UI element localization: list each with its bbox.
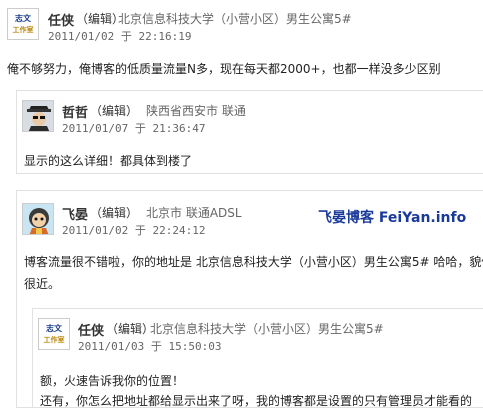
edit-link[interactable]: （编辑） xyxy=(90,102,138,119)
author-location: 北京市 联通ADSL xyxy=(146,206,242,220)
author-location: 北京信息科技大学（小营小区）男生公寓5# xyxy=(150,322,384,336)
comment-time: 2011/01/02 于 22:24:12 xyxy=(62,224,206,237)
comment-body-line: 很近。 xyxy=(24,277,61,291)
comment-body: 俺不够努力，俺博客的低质量流量N多，现在每天都2000+，也都一样没多少区别 xyxy=(7,62,441,76)
comment-body-line: 还有，你怎么把地址都给显示出来了呀，我的博客都是设置的只有管理员才能看的 xyxy=(40,394,473,408)
comment-body-line: 博客流量很不错啦，你的地址是 北京信息科技大学（小营小区）男生公寓5# 哈哈，貌… xyxy=(24,255,483,269)
author-location: 陕西省西安市 联通 xyxy=(146,104,246,118)
edit-link[interactable]: （编辑） xyxy=(106,320,154,337)
comment-time: 2011/01/02 于 22:16:19 xyxy=(48,30,192,43)
author-location: 北京信息科技大学（小营小区）男生公寓5# xyxy=(118,12,352,26)
avatar-image xyxy=(23,204,53,234)
comment-time: 2011/01/07 于 21:36:47 xyxy=(62,122,206,135)
avatar: 志文 工作室 xyxy=(38,318,70,350)
watermark: 飞晏博客 FeiYan.info xyxy=(318,210,467,226)
comment-body: 显示的这么详细！都具体到楼了 xyxy=(24,154,193,168)
avatar xyxy=(22,100,54,132)
edit-link[interactable]: （编辑） xyxy=(76,10,124,27)
author-name[interactable]: 任侠 xyxy=(48,10,74,29)
author-name[interactable]: 飞晏 xyxy=(62,204,88,223)
comment-body-line: 额，火速告诉我你的位置！ xyxy=(40,374,185,388)
avatar-image xyxy=(23,101,53,131)
avatar xyxy=(22,203,54,235)
logo-text-top: 志文 xyxy=(15,14,31,23)
author-name[interactable]: 任侠 xyxy=(78,320,104,339)
logo-text-bottom: 工作室 xyxy=(43,336,65,344)
logo-text-bottom: 工作室 xyxy=(12,26,34,34)
author-name[interactable]: 哲哲 xyxy=(62,102,88,121)
logo-text-top: 志文 xyxy=(46,324,62,333)
comment-time: 2011/01/03 于 15:50:03 xyxy=(78,340,222,353)
edit-link[interactable]: （编辑） xyxy=(90,204,138,221)
avatar: 志文 工作室 xyxy=(7,8,39,40)
